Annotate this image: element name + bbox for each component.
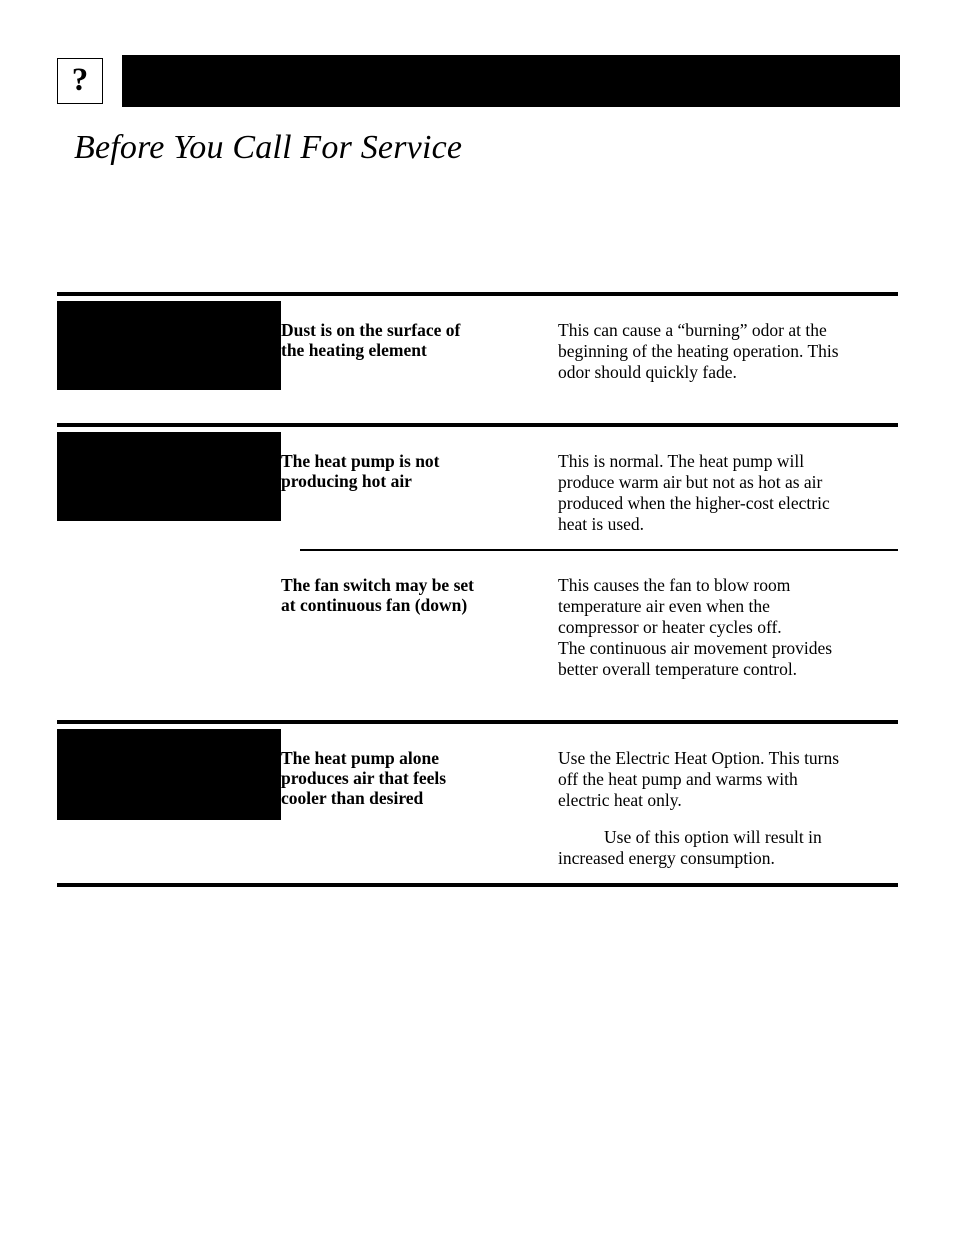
header-redaction-bar: [122, 55, 900, 107]
cause-redaction-block: [57, 432, 281, 521]
cause-redaction-block: [57, 301, 281, 390]
solution-column: This is normal. The heat pump will produ…: [558, 427, 898, 535]
cause-label: [57, 432, 281, 521]
header-bar-label: [122, 55, 900, 107]
solution-text: This causes the fan to blow room tempera…: [558, 575, 833, 679]
question-mark-badge: ?: [57, 58, 103, 104]
solution-text: This is normal. The heat pump will produ…: [558, 451, 830, 534]
problem-column: Dust is on the surface of the heating el…: [281, 296, 558, 360]
table-row: The heat pump alone produces air that fe…: [57, 724, 898, 869]
problem-text: The heat pump alone produces air that fe…: [281, 748, 447, 808]
problem-text: The fan switch may be set at continuous …: [281, 575, 474, 615]
cause-label: [57, 301, 281, 390]
problem-column: The fan switch may be set at continuous …: [281, 551, 558, 615]
cause-redaction-block: [57, 729, 281, 820]
page-title: Before You Call For Service: [74, 129, 463, 166]
problem-column: The heat pump is not producing hot air: [281, 427, 558, 491]
table-row-group: The heat pump alone produces air that fe…: [57, 724, 898, 883]
table-row: The fan switch may be set at continuous …: [57, 551, 898, 680]
group-gap: [57, 694, 898, 720]
table-row: The heat pump is not producing hot air T…: [57, 427, 898, 535]
table-row: Dust is on the surface of the heating el…: [57, 296, 898, 390]
table-row-group: Dust is on the surface of the heating el…: [57, 296, 898, 397]
page-header: ? Before You Call For Service: [0, 0, 954, 190]
troubleshooting-table: Dust is on the surface of the heating el…: [57, 292, 898, 887]
solution-text: This can cause a “burning” odor at the b…: [558, 320, 839, 382]
solution-column: Use the Electric Heat Option. This turns…: [558, 724, 898, 869]
table-row-group: The heat pump is not producing hot air T…: [57, 427, 898, 694]
row-spacer: [57, 535, 898, 549]
problem-column: The heat pump alone produces air that fe…: [281, 724, 558, 808]
solution-column: This can cause a “burning” odor at the b…: [558, 296, 898, 383]
row-spacer: [57, 680, 898, 694]
solution-text: Use the Electric Heat Option. This turns…: [558, 748, 840, 810]
table-bottom-rule: [57, 883, 898, 887]
problem-text: Dust is on the surface of the heating el…: [281, 320, 461, 360]
cause-label: [57, 729, 281, 820]
solution-note-text: Use of this option will result in increa…: [558, 827, 822, 868]
group-gap: [57, 397, 898, 423]
row-spacer: [57, 869, 898, 883]
question-mark-icon: ?: [71, 61, 89, 98]
problem-text: The heat pump is not producing hot air: [281, 451, 440, 491]
solution-column: This causes the fan to blow room tempera…: [558, 551, 898, 680]
